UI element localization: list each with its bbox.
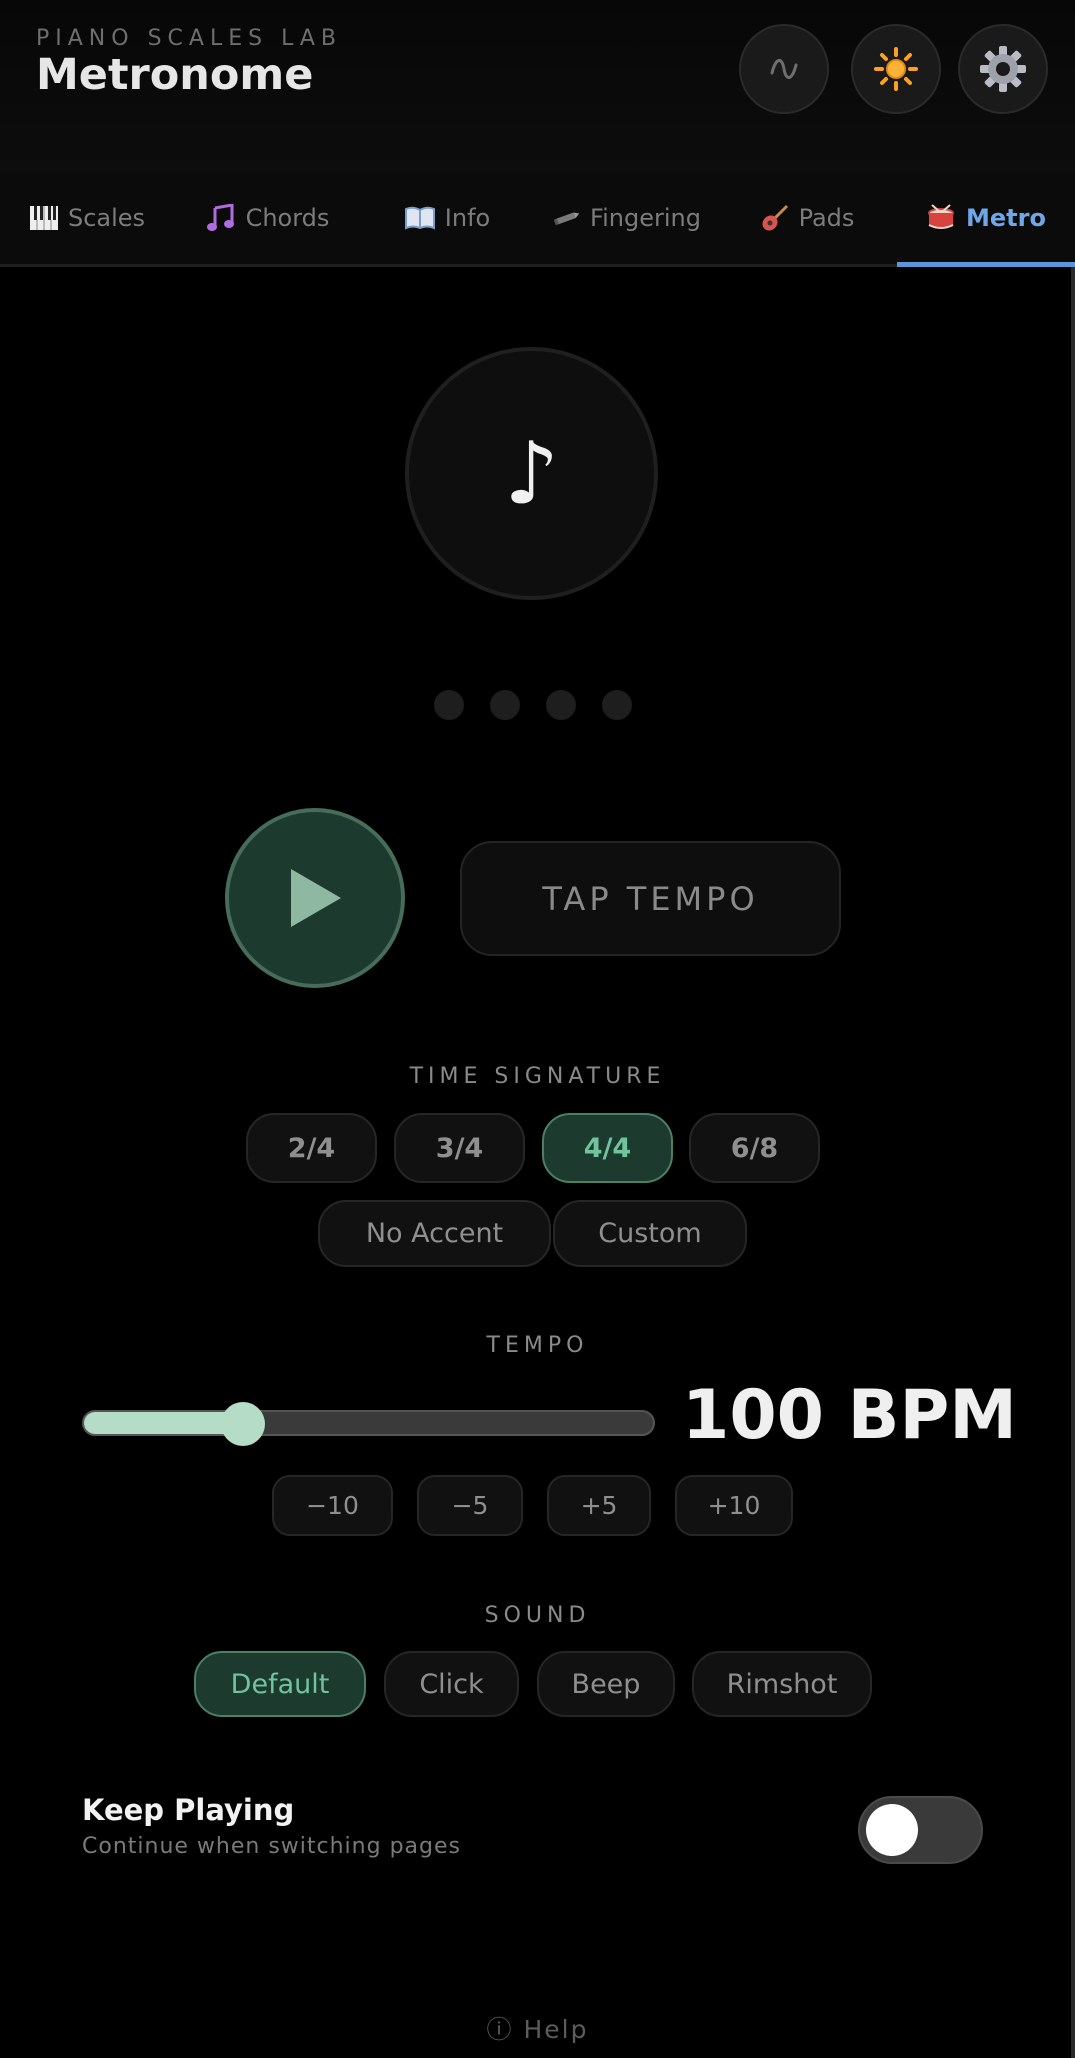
- beat-indicator: ♪: [405, 347, 658, 600]
- sound-label: SOUND: [484, 1603, 591, 1628]
- scrollbar[interactable]: [1071, 267, 1075, 2058]
- toggle-knob: [866, 1804, 918, 1856]
- tab-metro[interactable]: Metro: [897, 172, 1075, 267]
- beat-dot-1: [434, 690, 464, 720]
- tab-info[interactable]: Info: [395, 172, 500, 264]
- no-accent-button[interactable]: No Accent: [318, 1200, 551, 1267]
- keep-playing-toggle[interactable]: [858, 1796, 983, 1864]
- tab-pads-label: Pads: [798, 204, 855, 232]
- drum-icon: [926, 204, 956, 232]
- bpm-readout: 100 BPM: [682, 1376, 1017, 1455]
- help-link[interactable]: ⓘ Help: [0, 2010, 1075, 2046]
- tap-tempo-button[interactable]: TAP TEMPO: [460, 841, 841, 956]
- time-signature-6-8[interactable]: 6/8: [689, 1113, 820, 1183]
- beat-dot-3: [546, 690, 576, 720]
- guitar-icon: [761, 204, 789, 232]
- tab-scales-label: Scales: [67, 204, 146, 232]
- tab-info-label: Info: [444, 204, 491, 232]
- tab-metro-label: Metro: [966, 204, 1046, 232]
- tempo-slider-thumb[interactable]: [221, 1402, 265, 1446]
- theme-button[interactable]: [851, 24, 941, 114]
- tab-fingering-label: Fingering: [590, 204, 701, 232]
- tempo-minus-5-button[interactable]: −5: [417, 1475, 523, 1536]
- play-icon: [291, 869, 341, 927]
- time-signature-4-4[interactable]: 4/4: [542, 1113, 673, 1183]
- beat-dot-2: [490, 690, 520, 720]
- music-notes-icon: [206, 204, 236, 232]
- sound-default-button[interactable]: Default: [194, 1651, 366, 1717]
- waveform-button[interactable]: [739, 24, 829, 114]
- tempo-slider[interactable]: [82, 1402, 655, 1446]
- sound-beep-button[interactable]: Beep: [537, 1651, 675, 1717]
- sun-icon: [874, 47, 918, 91]
- play-button[interactable]: [225, 808, 405, 988]
- tempo-plus-5-button[interactable]: +5: [547, 1475, 651, 1536]
- beat-dot-4: [602, 690, 632, 720]
- app-name: PIANO SCALES LAB: [36, 26, 342, 51]
- tab-scales[interactable]: Scales: [20, 172, 155, 264]
- page-title: Metronome: [36, 50, 314, 100]
- settings-button[interactable]: [958, 24, 1048, 114]
- waveform-icon: [770, 59, 798, 79]
- tempo-minus-10-button[interactable]: −10: [272, 1475, 393, 1536]
- custom-accent-button[interactable]: Custom: [553, 1200, 747, 1267]
- eighth-note-icon: ♪: [504, 423, 559, 524]
- tempo-label: TEMPO: [486, 1333, 589, 1358]
- sound-click-button[interactable]: Click: [384, 1651, 519, 1717]
- open-book-icon: [404, 206, 435, 230]
- time-signature-2-4[interactable]: 2/4: [246, 1113, 377, 1183]
- sound-rimshot-button[interactable]: Rimshot: [692, 1651, 872, 1717]
- app-header: PIANO SCALES LAB Metronome: [0, 0, 1075, 172]
- tempo-plus-10-button[interactable]: +10: [675, 1475, 793, 1536]
- gear-icon: [980, 46, 1026, 92]
- time-signature-label: TIME SIGNATURE: [409, 1064, 666, 1089]
- tab-chords-label: Chords: [245, 204, 330, 232]
- pencil-icon: [554, 208, 580, 228]
- tab-bar: Scales Chords Info Fingering Pads Metro: [0, 172, 1075, 267]
- keep-playing-title: Keep Playing: [82, 1793, 295, 1827]
- keep-playing-subtitle: Continue when switching pages: [82, 1834, 461, 1859]
- tab-fingering[interactable]: Fingering: [545, 172, 710, 264]
- tempo-slider-fill: [84, 1412, 243, 1434]
- piano-keys-icon: [29, 206, 58, 230]
- tab-pads[interactable]: Pads: [755, 172, 860, 264]
- time-signature-3-4[interactable]: 3/4: [394, 1113, 525, 1183]
- tab-chords[interactable]: Chords: [195, 172, 340, 264]
